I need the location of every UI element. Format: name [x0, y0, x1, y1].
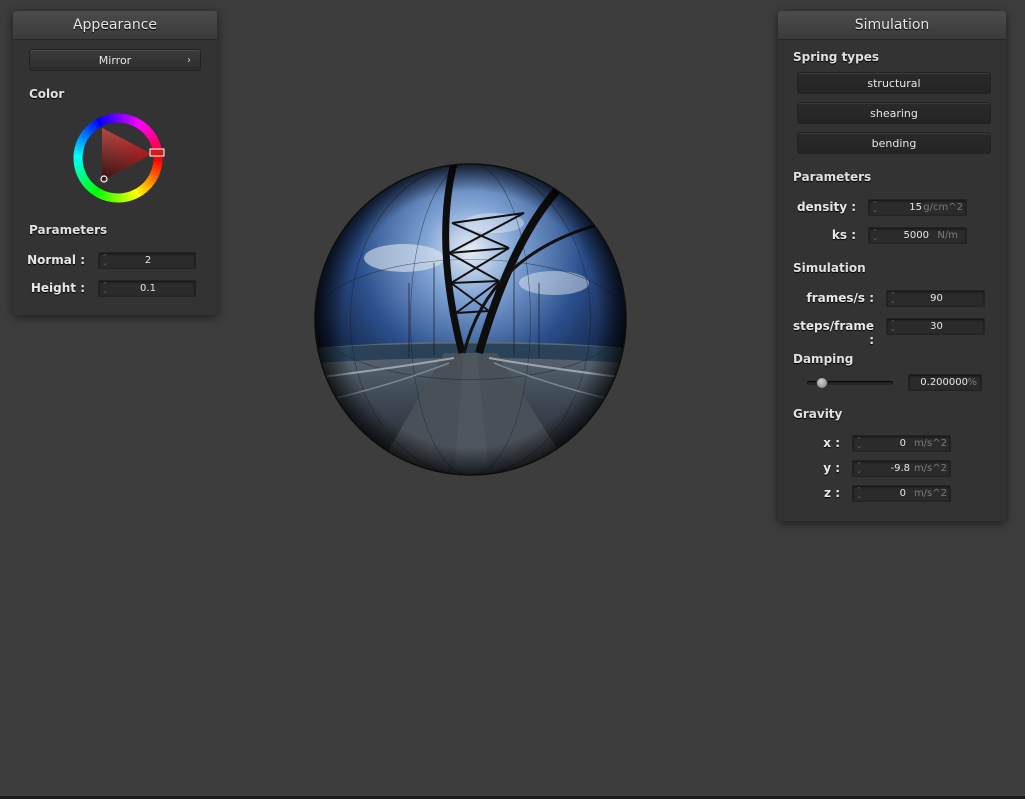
- simulation-panel: Simulation Spring types structural shear…: [778, 11, 1006, 521]
- ks-unit: N/m: [937, 230, 958, 241]
- normal-label: Normal :: [27, 253, 85, 267]
- spring-structural-button[interactable]: structural: [797, 72, 991, 94]
- spring-shearing-button[interactable]: shearing: [797, 102, 991, 124]
- appearance-panel-title[interactable]: Appearance: [13, 11, 217, 40]
- spinner-arrows-icon[interactable]: ⌃ ⌄: [856, 487, 864, 500]
- spinner-arrows-icon[interactable]: ⌃ ⌄: [872, 229, 880, 242]
- height-field[interactable]: ⌃ ⌄ 0.1: [98, 280, 196, 297]
- gravity-z-label: z :: [824, 486, 840, 500]
- gravity-y-label: y :: [823, 461, 840, 475]
- ks-label: ks :: [831, 228, 856, 242]
- color-wheel[interactable]: [68, 108, 168, 208]
- gravity-y-value: -9.8: [890, 463, 910, 474]
- gravity-x-unit: m/s^2: [913, 438, 947, 449]
- density-value: 15: [909, 202, 922, 213]
- appearance-params-label: Parameters: [29, 223, 108, 237]
- shader-button-label: Mirror: [98, 54, 132, 67]
- gravity-x-field[interactable]: ⌃ ⌄ 0 m/s^2: [852, 435, 951, 452]
- damping-unit: %: [967, 377, 977, 388]
- shader-mirror-button[interactable]: Mirror ›: [29, 49, 201, 71]
- steps-value: 30: [930, 321, 943, 332]
- spring-types-label: Spring types: [793, 50, 880, 64]
- height-value: 0.1: [140, 283, 156, 294]
- gravity-z-field[interactable]: ⌃ ⌄ 0 m/s^2: [852, 485, 951, 502]
- steps-label: steps/frame :: [792, 319, 874, 347]
- gravity-y-unit: m/s^2: [913, 463, 947, 474]
- spinner-arrows-icon[interactable]: ⌃ ⌄: [856, 437, 864, 450]
- density-field[interactable]: ⌃ ⌄ 15 g/cm^2: [868, 199, 967, 216]
- spinner-arrows-icon[interactable]: ⌃ ⌄: [856, 462, 864, 475]
- density-label: density :: [796, 200, 856, 214]
- gravity-y-field[interactable]: ⌃ ⌄ -9.8 m/s^2: [852, 460, 951, 477]
- height-label: Height :: [30, 281, 85, 295]
- appearance-panel: Appearance Mirror › Color Parameters Nor…: [13, 11, 217, 315]
- gravity-z-value: 0: [899, 488, 906, 499]
- simulation-section-label: Simulation: [793, 261, 866, 275]
- damping-value: 0.200000: [920, 377, 968, 388]
- steps-field[interactable]: ⌃ ⌄ 30: [886, 318, 985, 335]
- sim-params-label: Parameters: [793, 170, 872, 184]
- damping-label: Damping: [793, 352, 854, 366]
- mirror-sphere[interactable]: [314, 163, 627, 476]
- damping-slider-thumb[interactable]: [816, 377, 829, 389]
- chevron-right-icon: ›: [187, 55, 191, 66]
- damping-slider[interactable]: [807, 377, 893, 389]
- gravity-label: Gravity: [793, 407, 843, 421]
- density-unit: g/cm^2: [923, 202, 963, 213]
- normal-value: 2: [144, 255, 152, 266]
- ks-value: 5000: [903, 230, 929, 241]
- fps-label: frames/s :: [806, 291, 874, 305]
- gravity-z-unit: m/s^2: [913, 488, 947, 499]
- simulation-panel-title[interactable]: Simulation: [778, 11, 1006, 40]
- spinner-arrows-icon[interactable]: ⌃ ⌄: [872, 201, 880, 214]
- ks-field[interactable]: ⌃ ⌄ 5000 N/m: [868, 227, 967, 244]
- gravity-x-value: 0: [899, 438, 906, 449]
- fps-field[interactable]: ⌃ ⌄ 90: [886, 290, 985, 307]
- spring-bending-button[interactable]: bending: [797, 132, 991, 154]
- gravity-x-label: x :: [823, 436, 840, 450]
- normal-field[interactable]: ⌃ ⌄ 2: [98, 252, 196, 269]
- damping-field[interactable]: 0.200000 %: [908, 374, 982, 391]
- color-section-label: Color: [29, 87, 65, 101]
- hue-marker[interactable]: [149, 148, 165, 157]
- fps-value: 90: [930, 293, 943, 304]
